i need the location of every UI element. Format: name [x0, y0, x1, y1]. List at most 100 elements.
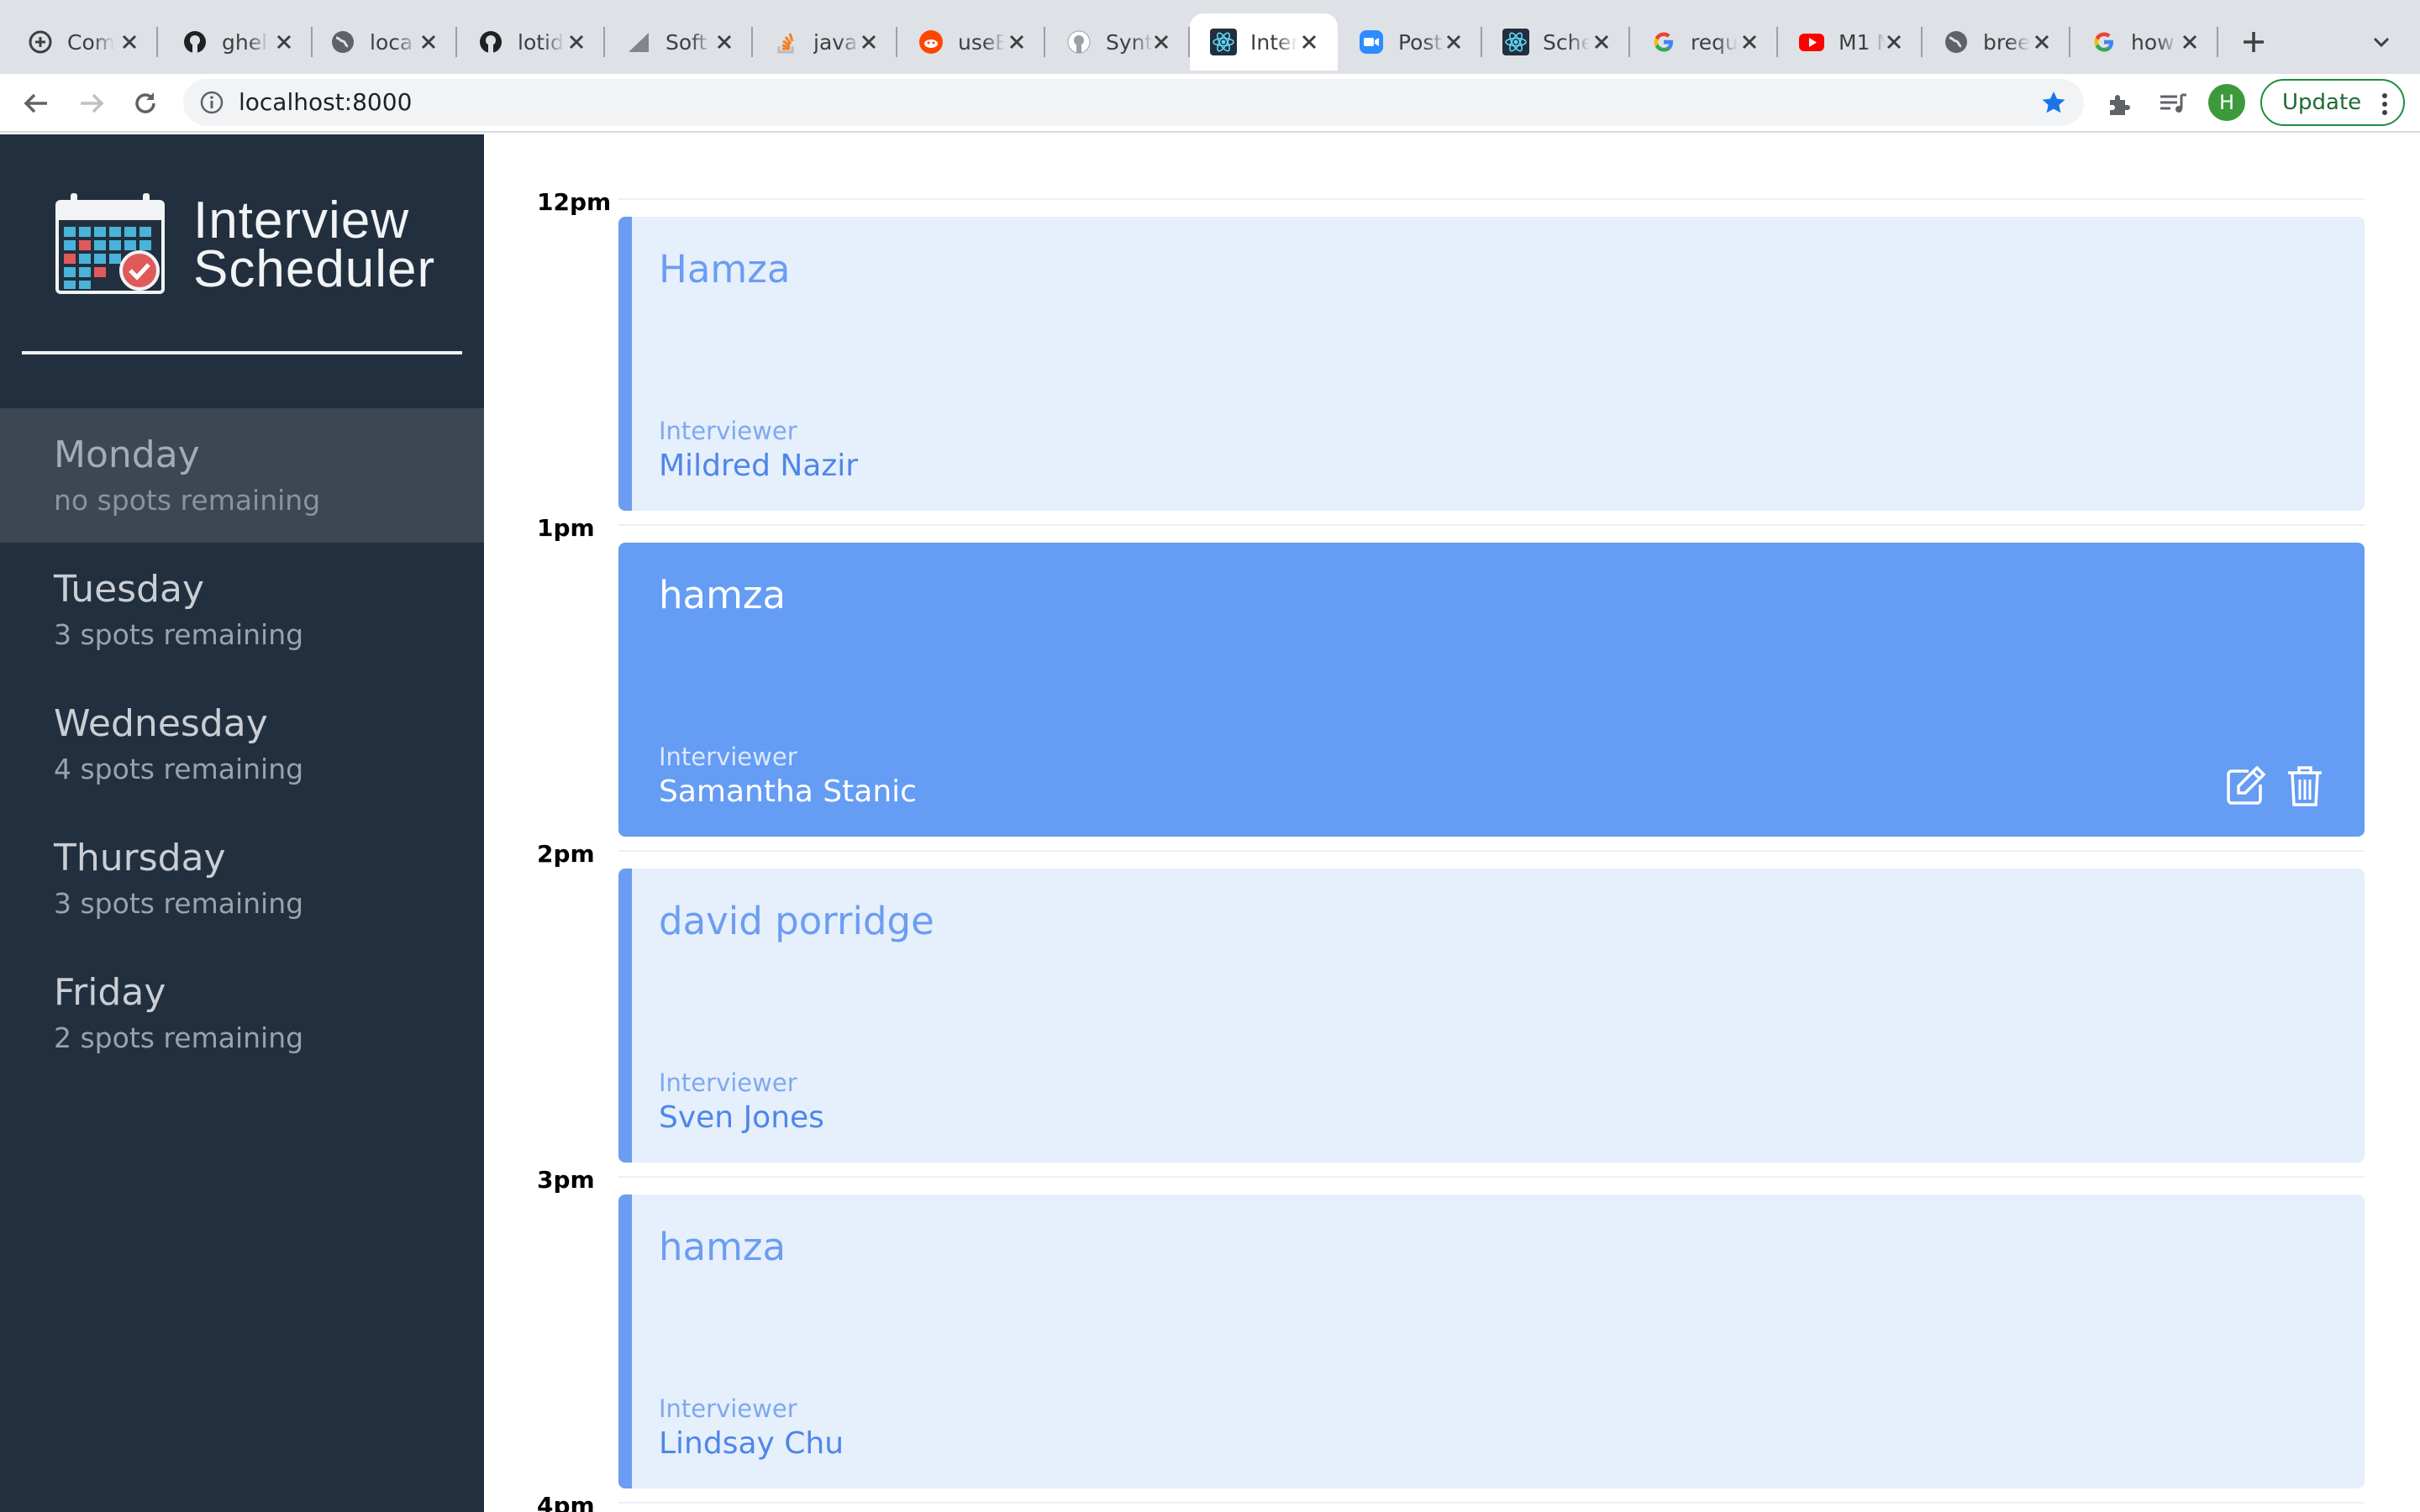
stackoverflow-icon — [773, 29, 800, 55]
hour-label: 4pm — [537, 1492, 595, 1512]
tab-title: Sche — [1543, 29, 1590, 55]
close-tab-icon[interactable] — [1588, 29, 1615, 55]
browser-tab[interactable]: requ — [1630, 13, 1778, 71]
sidebar: Interview Scheduler Monday no spots rema… — [0, 134, 484, 1512]
close-tab-icon[interactable] — [563, 29, 590, 55]
day-item-tuesday[interactable]: Tuesday 3 spots remaining — [0, 543, 484, 677]
edit-icon[interactable] — [2223, 763, 2269, 808]
tab-title: requ — [1691, 29, 1738, 55]
day-spots: 4 spots remaining — [54, 753, 304, 785]
day-spots: no spots remaining — [54, 484, 321, 517]
appointment-card[interactable]: hamza Interviewer Lindsay Chu — [618, 1194, 2365, 1488]
browser-tab[interactable]: bree — [1923, 13, 2070, 71]
tab-separator — [156, 27, 158, 57]
close-tab-icon[interactable] — [1736, 29, 1763, 55]
media-playlist-icon[interactable] — [2156, 87, 2190, 121]
close-tab-icon[interactable] — [1003, 29, 1030, 55]
app-name: Interview Scheduler — [193, 195, 436, 298]
tab-title: useE — [958, 29, 1005, 55]
browser-tab[interactable]: Com — [7, 13, 158, 71]
browser-tab[interactable]: Synt — [1045, 13, 1190, 71]
interviewer-name: Mildred Nazir — [659, 449, 859, 483]
day-spots: 2 spots remaining — [54, 1021, 304, 1054]
extensions-puzzle-icon[interactable] — [2102, 87, 2136, 121]
day-item-friday[interactable]: Friday 2 spots remaining — [0, 946, 484, 1080]
day-item-wednesday[interactable]: Wednesday 4 spots remaining — [0, 677, 484, 811]
browser-tab-strip: Com ghel loca lotid Soft java useE Synt … — [0, 0, 2420, 74]
close-tab-icon[interactable] — [2028, 29, 2055, 55]
browser-tab[interactable]: java — [753, 13, 897, 71]
close-tab-icon[interactable] — [271, 29, 297, 55]
tab-title: lotid — [518, 29, 564, 55]
tab-title: Synt — [1106, 29, 1153, 55]
browser-tab[interactable]: lotid — [457, 13, 605, 71]
trash-icon[interactable] — [2282, 763, 2328, 808]
forward-arrow-icon[interactable] — [72, 84, 111, 123]
hour-label: 1pm — [537, 514, 595, 542]
day-spots: 3 spots remaining — [54, 618, 304, 651]
close-tab-icon[interactable] — [1296, 29, 1323, 55]
browser-tab[interactable]: Post — [1338, 13, 1482, 71]
browser-tab[interactable]: loca — [309, 13, 457, 71]
close-tab-icon[interactable] — [116, 29, 143, 55]
close-tab-icon[interactable] — [1148, 29, 1175, 55]
softonic-icon — [625, 29, 652, 55]
github-icon — [477, 29, 504, 55]
back-arrow-icon[interactable] — [17, 84, 55, 123]
google-icon — [1650, 29, 1677, 55]
update-label: Update — [2282, 90, 2362, 115]
hour-divider — [618, 198, 2365, 200]
interviewer-name: Samantha Stanic — [659, 774, 917, 809]
profile-avatar[interactable]: H — [2208, 84, 2245, 121]
hour-label: 2pm — [537, 840, 595, 868]
interviewer-label: Interviewer — [659, 1068, 797, 1097]
appointment-card[interactable]: Hamza Interviewer Mildred Nazir — [618, 217, 2365, 511]
update-button[interactable]: Update — [2260, 79, 2405, 126]
browser-tab[interactable]: useE — [897, 13, 1045, 71]
close-tab-icon[interactable] — [2176, 29, 2203, 55]
more-vert-icon — [2381, 92, 2388, 119]
url-text[interactable]: localhost:8000 — [239, 89, 412, 116]
close-tab-icon[interactable] — [415, 29, 442, 55]
browser-toolbar: localhost:8000 H Update — [0, 74, 2420, 133]
browser-tab[interactable]: Sche — [1482, 13, 1630, 71]
browser-tab[interactable]: ghel — [161, 13, 313, 71]
student-name: david porridge — [659, 899, 934, 943]
globe-icon — [329, 29, 356, 55]
tab-title: M1 M — [1839, 29, 1886, 55]
browser-tab[interactable]: how — [2070, 13, 2218, 71]
close-tab-icon[interactable] — [711, 29, 738, 55]
github-icon — [1065, 29, 1092, 55]
student-name: Hamza — [659, 247, 791, 291]
hour-divider — [618, 850, 2365, 852]
site-info-icon[interactable] — [198, 89, 225, 116]
reload-icon[interactable] — [126, 84, 165, 123]
globe-icon — [1943, 29, 1970, 55]
appointment-card[interactable]: david porridge Interviewer Sven Jones — [618, 869, 2365, 1163]
tab-search-chevron-icon[interactable] — [2365, 25, 2398, 59]
bookmark-star-icon[interactable] — [2040, 89, 2067, 116]
day-item-monday[interactable]: Monday no spots remaining — [0, 408, 484, 543]
close-tab-icon[interactable] — [855, 29, 882, 55]
zoom-icon — [1358, 29, 1385, 55]
browser-tab[interactable]: Soft — [605, 13, 753, 71]
hour-divider — [618, 524, 2365, 526]
react-icon — [1502, 29, 1529, 55]
new-tab-plus-icon[interactable] — [2235, 24, 2272, 60]
reddit-icon — [918, 29, 944, 55]
day-item-thursday[interactable]: Thursday 3 spots remaining — [0, 811, 484, 946]
day-spots: 3 spots remaining — [54, 887, 304, 920]
app-name-line-2: Scheduler — [193, 240, 436, 298]
address-bar[interactable]: localhost:8000 — [183, 79, 2084, 126]
close-tab-icon[interactable] — [1440, 29, 1467, 55]
react-icon — [1210, 29, 1237, 55]
calendar-check-icon — [55, 193, 165, 294]
appointment-card-hovered[interactable]: hamza Interviewer Samantha Stanic — [618, 543, 2365, 837]
student-name: hamza — [659, 573, 786, 617]
interviewer-name: Sven Jones — [659, 1100, 824, 1135]
browser-tab[interactable]: M1 M — [1778, 13, 1923, 71]
close-tab-icon[interactable] — [1881, 29, 1907, 55]
day-name: Tuesday — [54, 568, 205, 611]
tab-title: loca — [370, 29, 413, 55]
browser-tab-active[interactable]: Inter — [1190, 13, 1338, 71]
